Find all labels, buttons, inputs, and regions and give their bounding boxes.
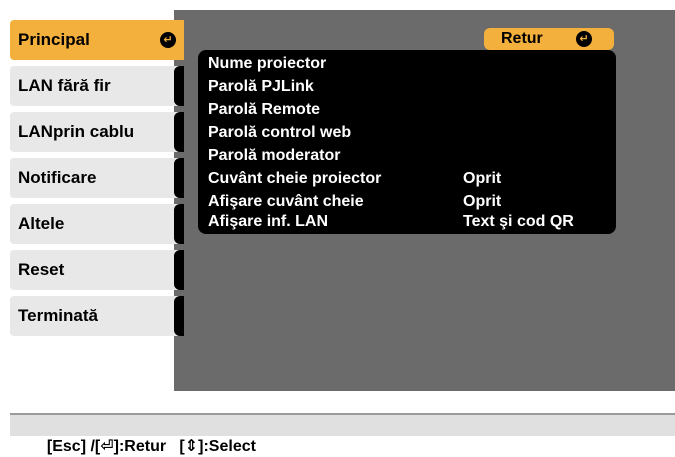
menu-item-label: Parolă PJLink <box>208 78 314 95</box>
sidebar-item-label: Reset <box>18 260 65 279</box>
menu-item-afisare-inf-lan[interactable]: Afişare inf. LAN Text şi cod QR <box>208 210 616 233</box>
menu-item-parola-pjlink[interactable]: Parolă PJLink <box>208 75 616 98</box>
sidebar-item-label: Altele <box>18 214 65 233</box>
status-bar: [Esc] /[⏎]:Retur [⇕]:Select <box>10 413 675 455</box>
sidebar-item-label: Principal <box>18 30 90 49</box>
settings-menu: Nume proiector Parolă PJLink Parolă Remo… <box>198 50 616 234</box>
sidebar-item-label: LAN fără fir <box>18 76 111 95</box>
sidebar-item-lan-fara-fir[interactable]: LAN fără fir <box>10 66 184 106</box>
menu-item-parola-control-web[interactable]: Parolă control web <box>208 121 616 144</box>
sidebar-item-label: Notificare <box>18 168 97 187</box>
menu-item-cuvant-cheie-proiector[interactable]: Cuvânt cheie proiector Oprit <box>208 167 616 190</box>
sidebar-item-notificare[interactable]: Notificare <box>10 158 184 198</box>
menu-item-label: Parolă moderator <box>208 147 341 164</box>
return-button[interactable]: Retur ↵ <box>484 28 614 50</box>
sidebar-item-reset[interactable]: Reset <box>10 250 184 290</box>
sidebar-item-label: LANprin cablu <box>18 122 135 141</box>
menu-item-parola-moderator[interactable]: Parolă moderator <box>208 144 616 167</box>
menu-item-parola-remote[interactable]: Parolă Remote <box>208 98 616 121</box>
menu-item-label: Cuvânt cheie proiector <box>208 170 382 187</box>
enter-icon: ↵ <box>576 31 592 47</box>
menu-item-label: Parolă control web <box>208 124 352 141</box>
menu-item-label: Nume proiector <box>208 55 327 72</box>
enter-icon: ↵ <box>160 32 176 48</box>
sidebar-item-altele[interactable]: Altele <box>10 204 184 244</box>
return-label: Retur <box>501 30 543 47</box>
sidebar-item-lan-prin-cablu[interactable]: LANprin cablu <box>10 112 184 152</box>
menu-item-nume-proiector[interactable]: Nume proiector <box>208 52 616 75</box>
menu-item-value: Oprit <box>463 170 502 187</box>
sidebar-item-terminata[interactable]: Terminată <box>10 296 184 336</box>
menu-item-value: Text şi cod QR <box>463 213 574 230</box>
menu-item-label: Parolă Remote <box>208 101 321 118</box>
sidebar-item-label: Terminată <box>18 306 98 325</box>
sidebar-item-principal[interactable]: Principal ↵ <box>10 20 184 60</box>
status-bar-text: [Esc] /[⏎]:Retur [⇕]:Select <box>46 438 256 455</box>
menu-item-label: Afişare inf. LAN <box>208 213 329 230</box>
